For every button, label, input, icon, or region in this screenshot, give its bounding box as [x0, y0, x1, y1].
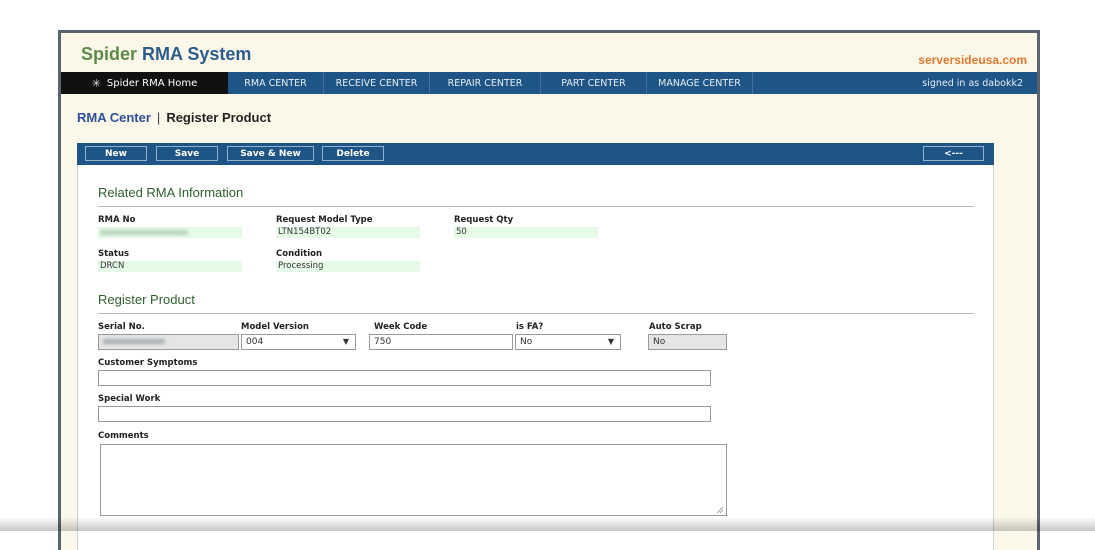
action-toolbar: New Save Save & New Delete <--- [77, 143, 994, 165]
breadcrumb: RMA Center | Register Product [77, 110, 271, 125]
spider-icon: ✳ [91, 76, 101, 90]
breadcrumb-rma-center[interactable]: RMA Center [77, 110, 151, 125]
nav-manage-center[interactable]: MANAGE CENTER [647, 72, 753, 94]
model-version-value: 004 [246, 337, 264, 347]
rma-no-value [98, 227, 242, 238]
request-qty-label: Request Qty [454, 215, 514, 225]
form-panel: Related RMA Information RMA No Request M… [77, 165, 994, 550]
delete-button[interactable]: Delete [322, 146, 384, 161]
week-code-value: 750 [374, 337, 392, 347]
dropdown-arrow-icon: ▼ [342, 337, 349, 346]
app-title-part2: RMA System [142, 44, 252, 64]
week-code-input[interactable]: 750 [369, 334, 513, 350]
auto-scrap-value: No [653, 337, 666, 347]
status-value: DRCN [98, 261, 242, 272]
customer-symptoms-input[interactable] [98, 370, 711, 386]
request-model-type-label: Request Model Type [276, 215, 373, 225]
condition-value: Processing [276, 261, 420, 272]
nav-rma-center[interactable]: RMA CENTER [228, 72, 324, 94]
serial-no-field[interactable] [98, 334, 239, 350]
condition-label: Condition [276, 249, 322, 259]
app-logo: Spider RMA System [81, 44, 251, 65]
rma-no-redacted [100, 230, 188, 235]
nav-home[interactable]: ✳ Spider RMA Home [61, 72, 228, 94]
page-title: Register Product [166, 110, 272, 125]
model-version-label: Model Version [241, 322, 309, 332]
rma-no-label: RMA No [98, 215, 136, 225]
back-button[interactable]: <--- [923, 146, 984, 161]
signed-in-status: signed in as dabokk2 [922, 77, 1023, 89]
resize-handle-icon[interactable] [716, 506, 724, 514]
special-work-label: Special Work [98, 394, 161, 404]
auto-scrap-field: No [648, 334, 727, 350]
related-rma-title: Related RMA Information [98, 185, 244, 200]
save-button[interactable]: Save [156, 146, 218, 161]
special-work-input[interactable] [98, 406, 711, 422]
bottom-shadow [0, 517, 1095, 531]
serial-no-label: Serial No. [98, 322, 145, 332]
app-title-part1: Spider [81, 44, 138, 64]
comments-label: Comments [98, 431, 149, 441]
comments-textarea[interactable] [100, 444, 727, 516]
is-fa-select[interactable]: No ▼ [515, 334, 621, 350]
nav-home-label: Spider RMA Home [106, 77, 198, 89]
nav-part-center[interactable]: PART CENTER [541, 72, 647, 94]
is-fa-label: is FA? [516, 322, 544, 332]
customer-symptoms-label: Customer Symptoms [98, 358, 198, 368]
dropdown-arrow-icon: ▼ [607, 337, 614, 346]
serial-no-redacted [103, 339, 165, 344]
nav-receive-center[interactable]: RECEIVE CENTER [324, 72, 430, 94]
auto-scrap-label: Auto Scrap [649, 322, 702, 332]
is-fa-value: No [520, 337, 533, 347]
model-version-select[interactable]: 004 ▼ [241, 334, 356, 350]
request-model-type-value: LTN154BT02 [276, 227, 420, 238]
save-new-button[interactable]: Save & New [227, 146, 314, 161]
register-product-title: Register Product [98, 292, 195, 307]
section-divider [98, 313, 974, 314]
status-label: Status [98, 249, 130, 259]
new-button[interactable]: New [85, 146, 147, 161]
app-window: Spider RMA System serversideusa.com ✳ Sp… [58, 30, 1040, 550]
breadcrumb-separator: | [156, 110, 161, 125]
main-nav: ✳ Spider RMA Home RMA CENTER RECEIVE CEN… [61, 72, 1037, 94]
request-qty-value: 50 [454, 227, 598, 238]
site-name: serversideusa.com [918, 53, 1027, 67]
nav-repair-center[interactable]: REPAIR CENTER [430, 72, 541, 94]
section-divider [98, 206, 974, 207]
week-code-label: Week Code [374, 322, 428, 332]
